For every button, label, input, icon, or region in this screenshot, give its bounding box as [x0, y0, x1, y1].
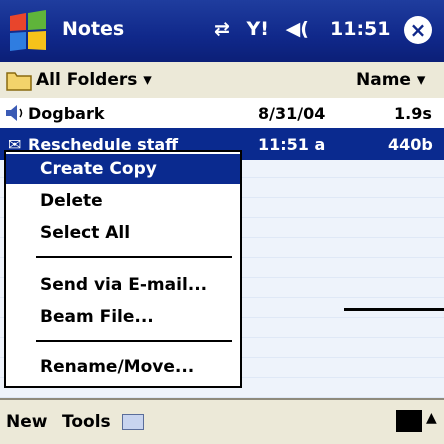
- title-bar: Notes ⇄ Y! ◀( 11:51 ×: [0, 0, 444, 62]
- menu-item-create-copy[interactable]: Create Copy: [6, 154, 240, 184]
- sort-dropdown[interactable]: Name ▾: [356, 70, 425, 90]
- menu-item-label: Send via E-mail...: [40, 275, 208, 295]
- menu-item-label: Beam File...: [40, 307, 154, 327]
- item-size: 1.9s: [394, 104, 432, 123]
- menu-item-send-email[interactable]: Send via E-mail...: [6, 270, 240, 300]
- menu-item-delete[interactable]: Delete: [6, 186, 240, 216]
- app-title: Notes: [62, 18, 125, 40]
- context-menu: Create Copy Delete Select All Send via E…: [4, 150, 242, 388]
- folder-dropdown[interactable]: All Folders ▾: [36, 70, 152, 90]
- menu-separator: [36, 340, 232, 342]
- input-selector-arrow-icon[interactable]: ▲: [426, 410, 437, 426]
- new-button[interactable]: New: [6, 412, 47, 432]
- menu-item-label: Delete: [40, 191, 103, 211]
- ink-stroke: [344, 308, 444, 311]
- close-button[interactable]: ×: [404, 16, 432, 44]
- tools-menu[interactable]: Tools: [62, 412, 111, 432]
- windows-start-icon[interactable]: [4, 10, 52, 54]
- menu-item-label: Rename/Move...: [40, 357, 195, 377]
- list-item[interactable]: Dogbark 8/31/04 1.9s: [0, 98, 444, 128]
- connectivity-icon[interactable]: ⇄: [214, 18, 230, 40]
- recording-icon[interactable]: [122, 414, 144, 430]
- item-name: Dogbark: [28, 104, 105, 123]
- menu-bar: New Tools ▲: [0, 398, 444, 444]
- menu-item-beam-file[interactable]: Beam File...: [6, 302, 240, 332]
- item-date: 11:51 a: [258, 135, 326, 154]
- menu-item-select-all[interactable]: Select All: [6, 218, 240, 248]
- item-date: 8/31/04: [258, 104, 326, 123]
- volume-icon[interactable]: ◀(: [286, 18, 309, 40]
- keyboard-icon[interactable]: [396, 410, 422, 432]
- status-icons: ⇄ Y! ◀(: [214, 18, 319, 40]
- signal-icon[interactable]: Y!: [247, 18, 269, 40]
- menu-separator: [36, 256, 232, 258]
- menu-item-label: Create Copy: [40, 159, 157, 179]
- folder-bar: All Folders ▾ Name ▾: [0, 62, 444, 99]
- menu-item-rename-move[interactable]: Rename/Move...: [6, 352, 240, 382]
- folder-icon: [6, 72, 32, 91]
- clock[interactable]: 11:51: [330, 18, 390, 40]
- sound-icon: [6, 105, 23, 121]
- menu-item-label: Select All: [40, 223, 131, 243]
- item-size: 440b: [388, 135, 433, 154]
